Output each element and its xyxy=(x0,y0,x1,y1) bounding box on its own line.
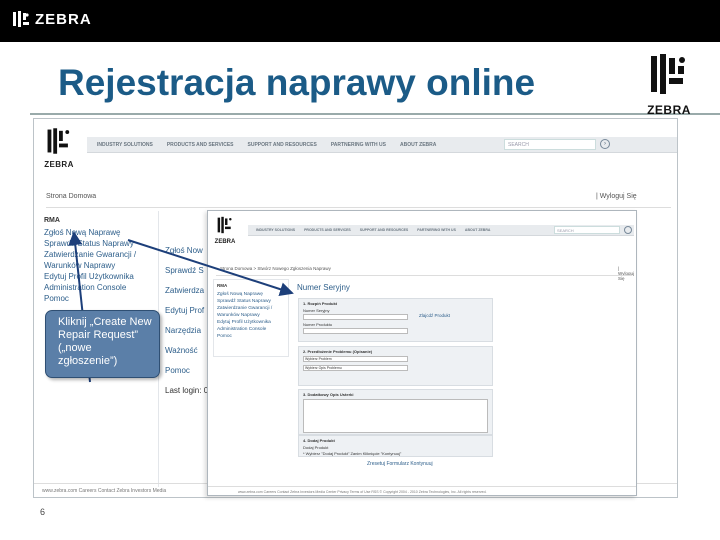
section-description: 3. Dodatkowy Opis Usterki xyxy=(298,389,493,435)
search-go-icon[interactable] xyxy=(624,226,632,234)
sidebar-header: RMA xyxy=(44,217,60,224)
brand-name: ZEBRA xyxy=(35,10,92,28)
section-add-product: 4. Dodaj Produkt Dodaj Produkt * Wybierz… xyxy=(298,435,493,457)
search-go-icon[interactable]: › xyxy=(600,139,610,149)
divider xyxy=(46,207,671,208)
title-divider xyxy=(30,113,720,115)
field-label: Numer Produktu xyxy=(303,322,333,327)
sidebar-item-help[interactable]: Pomoc xyxy=(44,293,144,304)
sidebar-item-help[interactable]: Pomoc xyxy=(217,333,285,340)
product-number-input[interactable] xyxy=(303,328,408,334)
footer: www.zebra.com Careers Contact Zebra Inve… xyxy=(208,486,636,495)
section-product: 1. Rozpiń Produkt Numer Seryjny Numer Pr… xyxy=(298,298,493,342)
field-label: Numer Seryjny xyxy=(303,308,330,313)
zebra-logo: ZEBRA xyxy=(645,52,693,117)
sidebar-item-admin-console[interactable]: Administration Console xyxy=(217,326,285,333)
repair-form: Numer Seryjny 1. Rozpiń Produkt Numer Se… xyxy=(295,281,630,486)
problem-description-select[interactable]: Wybierz Opis Problemu xyxy=(303,365,408,371)
top-bar: ZEBRA xyxy=(0,0,720,42)
logo-word: ZEBRA xyxy=(44,160,74,169)
form-actions[interactable]: Zresetuj Formularz Kontynuuj xyxy=(367,461,433,467)
nav-item-industry[interactable]: INDUSTRY SOLUTIONS xyxy=(256,228,295,232)
page-title: Numer Seryjny xyxy=(297,283,350,292)
zebra-head-icon xyxy=(217,216,232,234)
screenshot-new-repair-form: ZEBRA INDUSTRY SOLUTIONS PRODUCTS AND SE… xyxy=(207,210,637,496)
brand-logo: ZEBRA xyxy=(12,10,92,28)
breadcrumb: Strona Domowa > Stwórz Nowego Zgłoszenia… xyxy=(220,266,331,271)
nav-item-about[interactable]: ABOUT ZEBRA xyxy=(400,142,436,148)
sidebar-item-warranty-cont[interactable]: Warunków Naprawy xyxy=(217,312,285,319)
zebra-logo: ZEBRA xyxy=(41,127,77,169)
sidebar: RMA Zgłoś Nową Naprawę Sprawdź Status Na… xyxy=(213,279,289,357)
nav-item-products[interactable]: PRODUCTS AND SERVICES xyxy=(304,228,351,232)
problem-select[interactable]: Wybierz Problem xyxy=(303,356,408,362)
logout-link[interactable]: | Wyloguj Się xyxy=(596,193,637,200)
nav-item-partnering[interactable]: PARTNERING WITH US xyxy=(331,142,386,148)
section-title: 3. Dodatkowy Opis Usterki xyxy=(303,392,354,397)
section-title: 4. Dodaj Produkt xyxy=(303,438,335,443)
slide-title: Rejestracja naprawy online xyxy=(58,62,536,103)
sidebar-item-check-status[interactable]: Sprawdź Status Naprawy xyxy=(44,238,144,249)
divider xyxy=(216,275,632,276)
zebra-logo: ZEBRA xyxy=(213,216,237,245)
section-title: 1. Rozpiń Produkt xyxy=(303,301,337,306)
nav-item-support[interactable]: SUPPORT AND RESOURCES xyxy=(360,228,409,232)
section-problem: 2. Przedłożenie Problemu (Opisanie) Wybi… xyxy=(298,346,493,386)
sidebar-item-warranty-cont[interactable]: Warunków Naprawy xyxy=(44,260,144,271)
page-number: 6 xyxy=(40,507,46,517)
serial-number-input[interactable] xyxy=(303,314,408,320)
sidebar-item-edit-profile[interactable]: Edytuj Profil Użytkownika xyxy=(217,319,285,326)
sidebar-item-check-status[interactable]: Sprawdź Status Naprawy xyxy=(217,298,285,305)
sidebar-item-edit-profile[interactable]: Edytuj Profil Użytkownika xyxy=(44,271,144,282)
sidebar-item-new-repair[interactable]: Zgłoś Nową Naprawę xyxy=(44,227,144,238)
find-product-link[interactable]: Zlajcdź Produkt xyxy=(419,313,450,318)
sidebar-item-admin-console[interactable]: Administration Console xyxy=(44,282,144,293)
add-product-option[interactable]: Dodaj Produkt xyxy=(303,445,488,450)
description-textarea[interactable] xyxy=(303,399,488,433)
sidebar-header: RMA xyxy=(217,283,228,288)
nav-item-partnering[interactable]: PARTNERING WITH US xyxy=(417,228,456,232)
logo-word: ZEBRA xyxy=(647,103,691,117)
sidebar-item-warranty[interactable]: Zatwierdzanie Gwarancji / xyxy=(217,305,285,312)
zebra-head-icon xyxy=(47,128,70,154)
sidebar-item-warranty[interactable]: Zatwierdzanie Gwarancji / xyxy=(44,249,144,260)
nav-item-products[interactable]: PRODUCTS AND SERVICES xyxy=(167,142,234,148)
zebra-head-icon xyxy=(13,11,29,27)
section-title: 2. Przedłożenie Problemu (Opisanie) xyxy=(303,349,373,354)
nav-item-industry[interactable]: INDUSTRY SOLUTIONS xyxy=(97,142,153,148)
nav-item-support[interactable]: SUPPORT AND RESOURCES xyxy=(248,142,317,148)
zebra-head-icon xyxy=(651,54,685,94)
add-product-note: * Wybierz "Dodaj Produkt" Zanim Kliknięc… xyxy=(303,451,402,456)
logout-link[interactable]: | Wyloguj Się xyxy=(618,266,636,281)
instruction-callout: Kliknij „Create New Repair Request” („no… xyxy=(45,310,160,378)
sidebar-item-new-repair[interactable]: Zgłoś Nową Naprawę xyxy=(217,291,285,298)
search-input[interactable]: SEARCH xyxy=(504,139,596,150)
search-input[interactable]: SEARCH xyxy=(554,226,620,234)
breadcrumb: Strona Domowa xyxy=(46,193,97,200)
logo-word: ZEBRA xyxy=(214,239,236,245)
nav-item-about[interactable]: ABOUT ZEBRA xyxy=(465,228,490,232)
